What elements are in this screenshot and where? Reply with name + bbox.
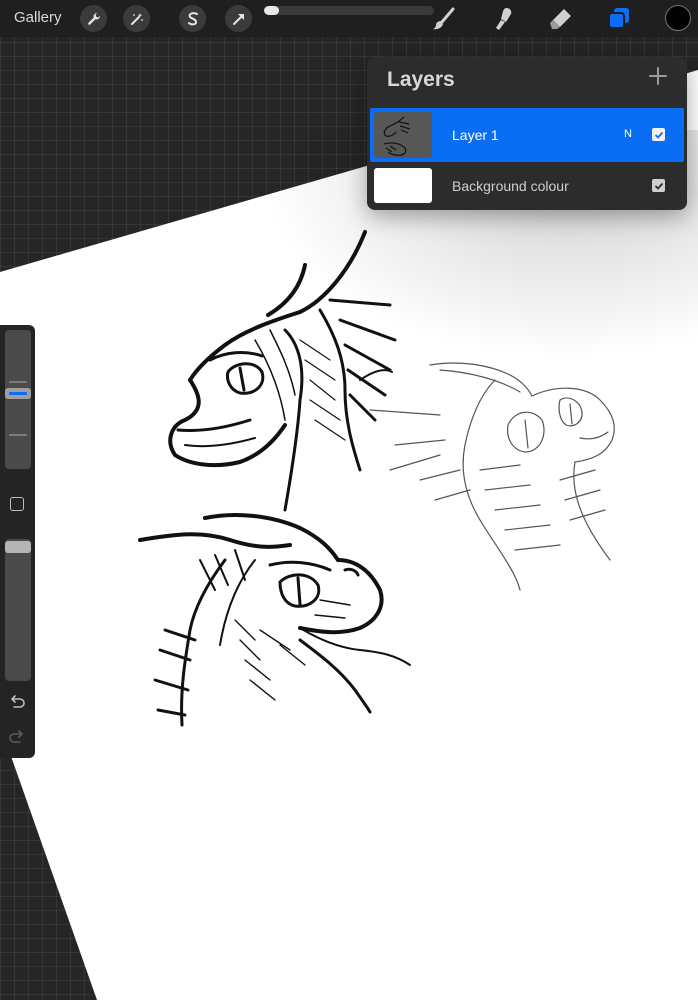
brush-size-slider[interactable] [5,330,31,469]
eraser-icon[interactable] [547,5,575,33]
layers-panel: Layers Layer 1 N Background colour [367,57,687,210]
brush-opacity-slider[interactable] [5,539,31,681]
gallery-button[interactable]: Gallery [14,9,62,26]
background-thumbnail [374,168,432,203]
layer-name: Layer 1 [452,127,499,143]
layer-row-layer-1[interactable]: Layer 1 N [370,108,684,162]
selection-s-icon[interactable] [179,5,206,32]
wrench-icon[interactable] [80,5,107,32]
top-toolbar: Gallery [0,0,698,37]
brush-size-indicator [9,391,27,395]
redo-icon[interactable] [8,728,26,746]
progress-bar [264,6,434,15]
slider-tick [9,381,27,383]
blend-mode-button[interactable]: N [624,128,632,140]
slider-tick [9,434,27,436]
smudge-icon[interactable] [489,5,517,33]
square-modify-icon[interactable] [10,497,24,511]
undo-icon[interactable] [8,693,26,711]
layer-thumbnail [374,112,432,158]
layer-name: Background colour [452,178,569,194]
brush-opacity-handle[interactable] [5,541,31,553]
progress-bar-fill [264,6,280,15]
layer-visibility-checkbox[interactable] [652,128,665,141]
layers-icon[interactable] [605,5,633,33]
magic-wand-icon[interactable] [123,5,150,32]
background-visibility-checkbox[interactable] [652,179,665,192]
brush-icon[interactable] [430,5,458,33]
arrow-transform-icon[interactable] [225,5,252,32]
layer-row-background-colour[interactable]: Background colour [370,164,684,208]
brush-size-handle[interactable] [5,387,31,399]
layers-title: Layers [387,68,455,91]
color-picker-button[interactable] [665,5,691,31]
left-sidebar [0,325,35,758]
plus-icon[interactable] [647,65,669,87]
